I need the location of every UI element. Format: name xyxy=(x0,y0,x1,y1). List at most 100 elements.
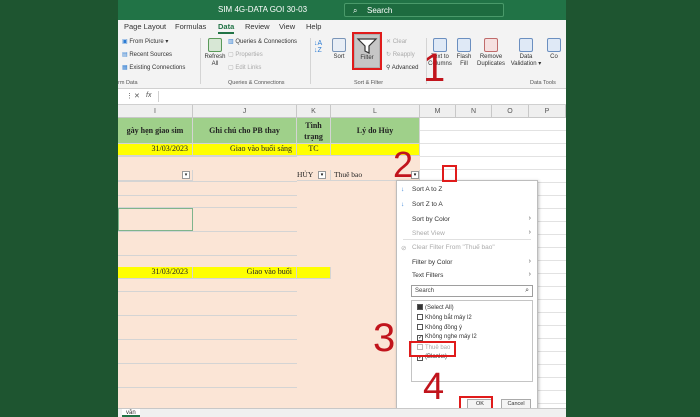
step-number-3: 3 xyxy=(373,316,396,360)
cell-date[interactable]: 31/03/2023 xyxy=(118,267,193,279)
tab-data[interactable]: Data xyxy=(218,22,235,34)
group-sort-filter-label: Sort & Filter xyxy=(354,80,384,86)
checkbox-empty-icon xyxy=(417,324,423,330)
ribbon-separator xyxy=(310,38,311,84)
search-label: Search xyxy=(367,6,393,15)
reapply-button[interactable]: ↻ Reapply xyxy=(386,51,415,58)
clear-button[interactable]: ✕ Clear xyxy=(386,38,407,45)
cell-date[interactable]: 31/03/2023 xyxy=(118,144,193,156)
sort-az-icon[interactable]: ↓A ↓Z xyxy=(314,40,322,54)
formula-bar: ⋮ ✕ fx xyxy=(118,89,566,105)
checkbox-select-all[interactable]: (Select All) xyxy=(417,304,454,311)
menu-divider xyxy=(403,239,531,240)
sort-button[interactable]: Sort xyxy=(328,38,350,61)
header-ghi-chu[interactable]: Ghi chú cho PB thay xyxy=(193,118,297,144)
selected-cell-outline xyxy=(118,208,193,231)
cell-filter-i[interactable]: ▾ xyxy=(118,170,193,181)
filter-by-color-item[interactable]: Filter by Color xyxy=(412,259,452,266)
tab-view[interactable]: View xyxy=(279,22,295,31)
cell-status[interactable]: TC xyxy=(297,144,331,156)
header-ly-do-huy[interactable]: Lý do Hủy xyxy=(331,118,420,144)
picture-icon: ▣ xyxy=(122,39,128,45)
column-header-p[interactable]: P xyxy=(529,105,566,118)
checkbox-empty-icon xyxy=(417,314,423,320)
cancel-formula-icon[interactable]: ✕ xyxy=(134,92,140,100)
sort-by-color-item[interactable]: Sort by Color xyxy=(412,216,450,223)
sort-a-to-z-item[interactable]: ↓ Sort A to Z xyxy=(401,186,442,193)
sort-z-to-a-item[interactable]: ↓ Sort Z to A xyxy=(401,201,443,208)
cell-note[interactable]: Giao vào buổi sáng xyxy=(193,144,297,156)
queries-connections-button[interactable]: ▥ Queries & Connections xyxy=(228,38,297,45)
header-tinh-trang[interactable]: Tình trạng xyxy=(297,118,331,144)
filter-dropdown-icon[interactable]: ▾ xyxy=(318,171,326,179)
cell-status[interactable] xyxy=(297,267,331,279)
chevron-right-icon: › xyxy=(528,271,531,278)
from-picture-button[interactable]: ▣ From Picture ▾ xyxy=(122,38,168,45)
column-j-fill xyxy=(193,118,297,413)
step-number-1: 1 xyxy=(423,46,446,90)
filter-dropdown-icon[interactable]: ▾ xyxy=(182,171,190,179)
tab-help[interactable]: Help xyxy=(306,22,321,31)
gridline xyxy=(118,339,297,340)
gridline xyxy=(118,363,297,364)
step-number-4: 4 xyxy=(423,366,445,408)
clear-filter-item[interactable]: ⊘ Clear Filter From "Thuế bao" xyxy=(401,244,495,252)
remove-duplicates-icon xyxy=(484,38,498,52)
sort-desc-icon: ↓ xyxy=(401,201,405,208)
edit-links-button[interactable]: ▢ Edit Links xyxy=(228,64,261,71)
chevron-right-icon: › xyxy=(528,229,531,236)
column-header-m[interactable]: M xyxy=(420,105,456,118)
group-get-data-label: rm Data xyxy=(118,80,138,86)
title-bar: SIM 4G-DATA GOI 30-03 ⌕ Search xyxy=(118,0,566,20)
sheet-view-item[interactable]: Sheet View xyxy=(412,230,445,237)
gridline xyxy=(118,291,297,292)
chevron-right-icon: › xyxy=(528,215,531,222)
search-icon: ⌕ xyxy=(525,287,529,294)
column-header-k[interactable]: K xyxy=(297,105,331,118)
flash-fill-button[interactable]: Flash Fill xyxy=(455,38,473,68)
file-name: SIM 4G-DATA GOI 30-03 xyxy=(218,5,308,14)
text-filters-item[interactable]: Text Filters xyxy=(412,272,443,279)
checkbox-khong-dong-y[interactable]: Không đồng ý xyxy=(417,324,462,331)
column-header-i[interactable]: I xyxy=(118,105,193,118)
step-number-2: 2 xyxy=(393,144,414,185)
filter-highlight-box xyxy=(352,32,382,70)
tab-page-layout[interactable]: Page Layout xyxy=(124,22,166,31)
advanced-filter-icon: ⚲ xyxy=(386,65,391,71)
filter-search-input[interactable]: Search ⌕ xyxy=(411,285,533,297)
column-header-j[interactable]: J xyxy=(193,105,297,118)
consolidate-button[interactable]: Co xyxy=(546,38,562,61)
gridline xyxy=(118,181,297,182)
gridline xyxy=(118,195,297,196)
ribbon-tabs: Page Layout Formulas Data Review View He… xyxy=(118,20,566,34)
cell-note[interactable]: Giao vào buổi xyxy=(193,267,297,279)
column-header-l[interactable]: L xyxy=(331,105,420,118)
checkbox-khong-nghe-may[interactable]: ✓ Không nghe máy l2 xyxy=(417,334,477,341)
clear-filter-icon: ⊘ xyxy=(401,245,407,252)
header-ngay-hen[interactable]: gày hẹn giao sim xyxy=(118,118,193,144)
gridline xyxy=(118,255,297,256)
gridline xyxy=(118,387,297,388)
tab-formulas[interactable]: Formulas xyxy=(175,22,206,31)
properties-button[interactable]: ▢ Properties xyxy=(228,51,263,58)
gridline xyxy=(118,156,297,157)
search-box[interactable]: ⌕ Search xyxy=(344,3,504,17)
recent-sources-button[interactable]: ▤ Recent Sources xyxy=(122,51,172,58)
column-header-o[interactable]: O xyxy=(492,105,529,118)
advanced-button[interactable]: ⚲ Advanced xyxy=(386,64,418,71)
data-validation-button[interactable]: Data Validation ▾ xyxy=(510,38,542,68)
existing-connections-button[interactable]: ▦ Existing Connections xyxy=(122,64,185,71)
checkbox-khong-bat-may[interactable]: Không bắt máy l2 xyxy=(417,314,472,321)
refresh-all-button[interactable]: Refresh All xyxy=(204,38,226,68)
column-header-n[interactable]: N xyxy=(456,105,492,118)
queries-icon: ▥ xyxy=(228,39,234,45)
sheet-tab[interactable]: văn xyxy=(122,409,140,417)
remove-duplicates-button[interactable]: Remove Duplicates xyxy=(476,38,506,68)
formula-input[interactable] xyxy=(158,91,558,102)
dropdown-arrow-highlight-box xyxy=(442,165,457,182)
formula-bar-chevron-icon: ⋮ xyxy=(126,93,133,100)
search-icon: ⌕ xyxy=(353,6,358,15)
fx-icon[interactable]: fx xyxy=(146,92,151,99)
column-i-fill xyxy=(118,118,193,413)
tab-review[interactable]: Review xyxy=(245,22,270,31)
